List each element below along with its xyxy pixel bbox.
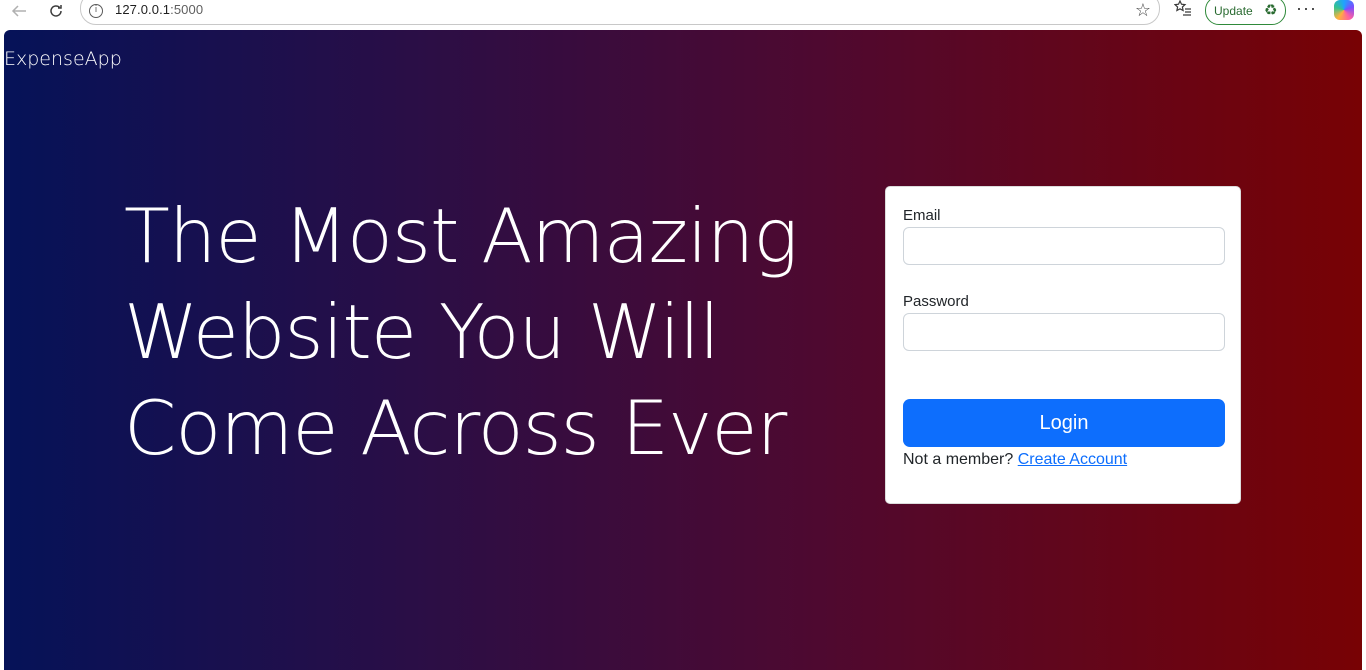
hero-heading: The Most Amazing Website You Will Come A… [124,188,824,476]
site-info-icon[interactable]: i [89,4,103,18]
update-label: Update [1214,4,1253,18]
password-label: Password [903,293,969,310]
create-account-link[interactable]: Create Account [1018,451,1127,468]
update-status-icon: ♻ [1264,2,1278,19]
address-bar[interactable]: i 127.0.0.1:5000 ☆ [80,0,1160,25]
more-options-icon[interactable]: ··· [1296,0,1317,19]
favorites-list-icon[interactable] [1173,0,1192,23]
page-background: ExpenseApp The Most Amazing Website You … [4,30,1362,670]
password-field[interactable] [903,313,1225,351]
brand-logo[interactable]: ExpenseApp [4,48,122,70]
update-button[interactable]: Update ♻ [1205,0,1286,25]
browser-toolbar: i 127.0.0.1:5000 ☆ Update ♻ ··· [0,0,1366,30]
hero-line-2: Website You Will [124,288,720,376]
login-card: Email Password Login Not a member? Creat… [885,186,1241,504]
url-text: 127.0.0.1:5000 [115,2,204,17]
hero-line-1: The Most Amazing [124,192,798,280]
hero-line-3: Come Across Ever [124,384,787,472]
email-field[interactable] [903,227,1225,265]
copilot-icon[interactable] [1334,0,1354,20]
member-prompt-text: Not a member? [903,451,1014,468]
email-label: Email [903,207,941,224]
back-icon[interactable] [6,0,32,22]
favorite-star-icon[interactable]: ☆ [1135,1,1151,19]
login-button[interactable]: Login [903,399,1225,447]
reload-icon[interactable] [43,0,69,22]
signup-prompt: Not a member? Create Account [903,451,1127,469]
